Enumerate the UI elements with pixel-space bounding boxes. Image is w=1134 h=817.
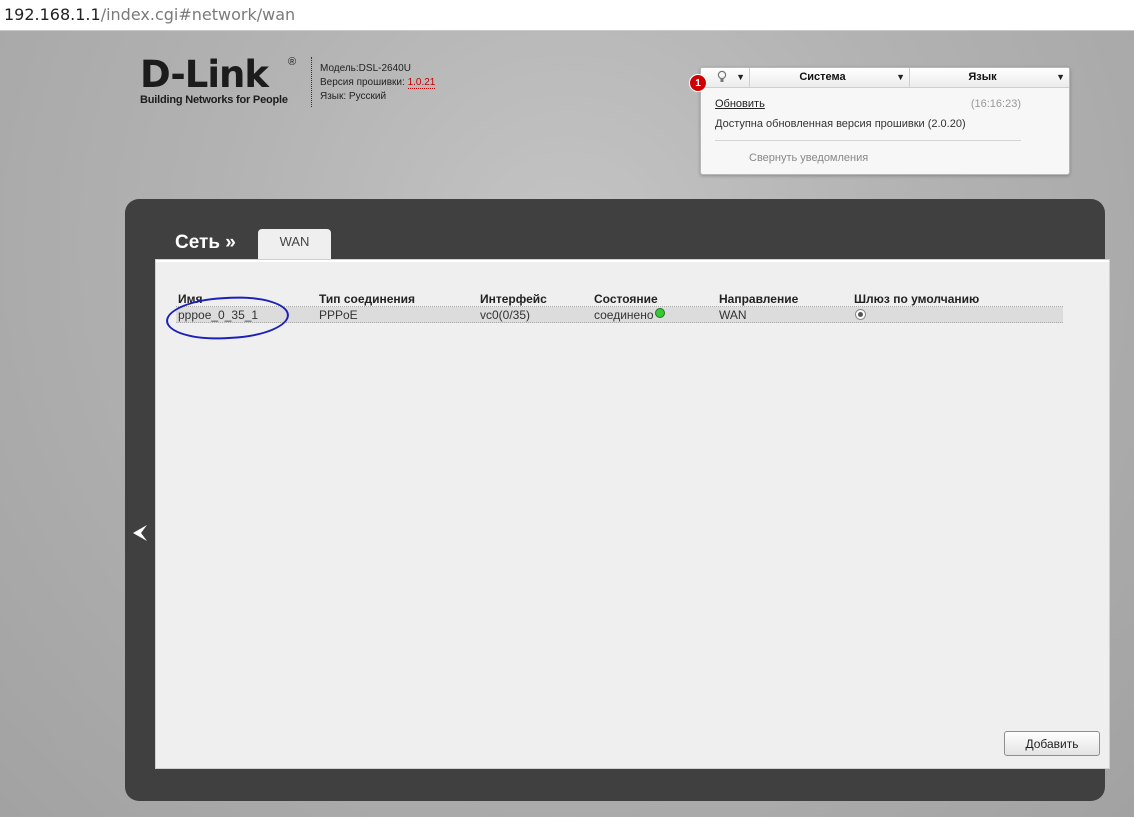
table-row[interactable]: pppoe_0_35_1 PPPoE vc0(0/35) соединено W… [176, 307, 1063, 323]
logo-brand: D-Link [140, 53, 269, 96]
add-button[interactable]: Добавить [1004, 731, 1100, 756]
cell-type: PPPoE [319, 308, 358, 322]
breadcrumb[interactable]: Сеть » [175, 232, 236, 254]
notification-divider [715, 140, 1021, 141]
column-header-type: Тип соединения [319, 292, 416, 306]
status-text: соединено [594, 308, 654, 322]
back-arrow-icon[interactable] [132, 524, 148, 548]
logo-tagline: Building Networks for People [140, 94, 288, 106]
chevron-down-icon: ▼ [896, 72, 905, 82]
notification-time: (16:16:23) [970, 98, 1021, 110]
chevron-down-icon: ▼ [1056, 72, 1065, 82]
tab-wan[interactable]: WAN [258, 229, 331, 261]
status-indicator-icon [654, 308, 665, 318]
language-menu-button[interactable]: Язык ▼ [910, 68, 1069, 88]
firmware-label: Версия прошивки: [320, 77, 405, 88]
column-header-default-gateway: Шлюз по умолчанию [854, 292, 980, 306]
url-host: 192.168.1.1 [4, 5, 101, 24]
url-path: /index.cgi#network/wan [100, 5, 296, 24]
chevron-down-icon: ▼ [736, 72, 745, 82]
cell-direction: WAN [719, 308, 747, 322]
column-header-direction: Направление [719, 292, 799, 306]
address-bar[interactable]: 192.168.1.1/index.cgi#network/wan [0, 0, 1134, 31]
table-header: Имя Тип соединения Интерфейс Состояние Н… [176, 292, 1063, 307]
firmware-line: Версия прошивки: 1.0.21 [320, 76, 436, 90]
main-panel: Сеть » WAN Имя Тип соединения Интерфейс … [125, 199, 1110, 801]
update-firmware-link[interactable]: Обновить [715, 98, 765, 110]
collapse-notifications-link[interactable]: Свернуть уведомления [749, 152, 868, 164]
model-label: Модель:DSL-2640U [320, 63, 411, 74]
system-menu-button[interactable]: Система ▼ [750, 68, 910, 88]
notification-count-badge[interactable]: 1 [689, 74, 707, 92]
logo-registered-mark: ® [288, 56, 297, 68]
system-menu-label: Система [799, 71, 846, 83]
lightbulb-icon [717, 70, 727, 87]
url-text[interactable]: 192.168.1.1/index.cgi#network/wan [4, 5, 295, 24]
top-menu-bar: ▼ Система ▼ Язык ▼ [701, 68, 1069, 88]
notification-panel: ▼ Система ▼ Язык ▼ Обновить (16:16:23) Д… [700, 67, 1070, 175]
wan-connections-table: Имя Тип соединения Интерфейс Состояние Н… [176, 292, 1063, 323]
device-info: Модель:DSL-2640U Версия прошивки: 1.0.21… [320, 62, 436, 104]
firmware-version[interactable]: 1.0.21 [407, 77, 436, 89]
content-area: Имя Тип соединения Интерфейс Состояние Н… [155, 259, 1110, 769]
column-header-interface: Интерфейс [480, 292, 547, 306]
cell-status: соединено [594, 308, 665, 322]
language-menu-label: Язык [968, 71, 997, 83]
notifications-menu-button[interactable]: ▼ [701, 68, 750, 88]
column-header-status: Состояние [594, 292, 658, 306]
content-top-border [156, 260, 1109, 262]
default-gateway-radio[interactable] [855, 309, 866, 320]
cell-interface: vc0(0/35) [480, 308, 531, 322]
header-divider [311, 57, 312, 107]
language-label: Язык: Русский [320, 91, 387, 102]
dlink-logo: D-Link ® Building Networks for People [140, 56, 302, 110]
notification-message: Доступна обновленная версия прошивки (2.… [715, 118, 966, 130]
